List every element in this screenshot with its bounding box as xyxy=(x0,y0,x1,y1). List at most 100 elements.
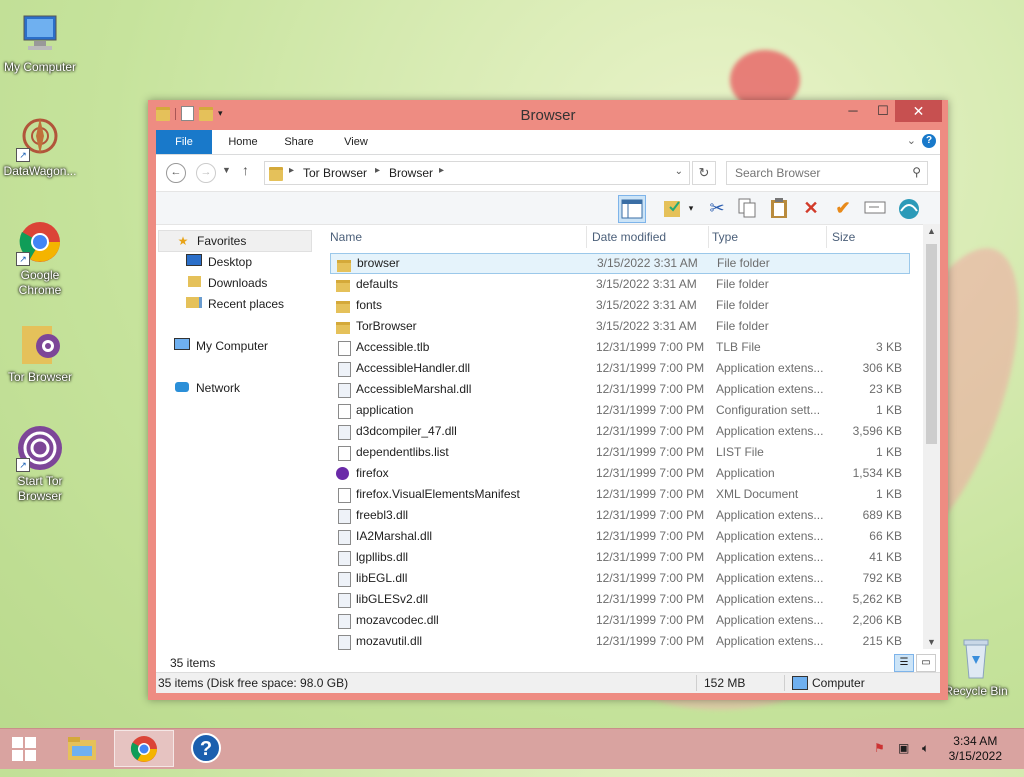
apply-icon[interactable]: ✔ xyxy=(830,195,856,221)
table-row[interactable]: dependentlibs.list 12/31/1999 7:00 PM LIST… xyxy=(330,442,910,463)
preview-pane-icon[interactable] xyxy=(618,195,646,223)
breadcrumb-tor-browser[interactable]: Tor Browser xyxy=(303,166,367,180)
taskbar-file-explorer[interactable] xyxy=(52,730,112,767)
desktop-icon-tor-browser-folder[interactable]: Tor Browser xyxy=(0,320,80,385)
location-label: Computer xyxy=(812,676,865,690)
scroll-down-icon[interactable]: ▼ xyxy=(923,637,940,647)
table-row[interactable]: IA2Marshal.dll 12/31/1999 7:00 PM Applicat… xyxy=(330,526,910,547)
desktop-icon-datawagon[interactable]: ↗ DataWagon... xyxy=(0,114,80,179)
tab-home[interactable]: Home xyxy=(218,130,268,154)
system-clock[interactable]: 3:34 AM 3/15/2022 xyxy=(949,734,1002,764)
desktop-icon-my-computer[interactable]: My Computer xyxy=(0,10,80,75)
table-row[interactable]: browser 3/15/2022 3:31 AM File folder xyxy=(330,253,910,274)
taskbar-help[interactable]: ? xyxy=(176,730,236,767)
properties-icon[interactable] xyxy=(660,195,686,221)
table-row[interactable]: mozavutil.dll 12/31/1999 7:00 PM Applicati… xyxy=(330,631,910,652)
table-row[interactable]: Accessible.tlb 12/31/1999 7:00 PM TLB File… xyxy=(330,337,910,358)
desktop-icon-recycle-bin[interactable]: Recycle Bin xyxy=(936,634,1016,699)
table-row[interactable]: firefox.VisualElementsManifest 12/31/1999… xyxy=(330,484,910,505)
table-row[interactable]: libGLESv2.dll 12/31/1999 7:00 PM Applicati… xyxy=(330,589,910,610)
maximize-button[interactable]: ☐ xyxy=(868,100,898,122)
table-row[interactable]: mozavcodec.dll 12/31/1999 7:00 PM Applicat… xyxy=(330,610,910,631)
nav-my-computer[interactable]: My Computer xyxy=(158,336,268,356)
column-header-name[interactable]: Name xyxy=(330,224,580,250)
table-row[interactable]: libEGL.dll 12/31/1999 7:00 PM Application … xyxy=(330,568,910,589)
large-icons-view-icon[interactable]: ▭ xyxy=(916,654,936,672)
table-row[interactable]: AccessibleMarshal.dll 12/31/1999 7:00 PM A… xyxy=(330,379,910,400)
copy-icon[interactable] xyxy=(734,195,760,221)
file-size: 5,262 KB xyxy=(852,592,902,606)
dll-file-icon xyxy=(338,509,351,524)
nav-recent-places[interactable]: Recent places xyxy=(170,294,284,314)
address-bar[interactable]: ▸ Tor Browser ▸ Browser ▸ ⌄ xyxy=(264,161,690,185)
up-button[interactable]: ↑ xyxy=(242,162,249,178)
column-header-size[interactable]: Size xyxy=(832,224,902,250)
breadcrumb-arrow-icon[interactable]: ▸ xyxy=(289,165,294,176)
delete-icon[interactable]: ✕ xyxy=(798,195,824,221)
start-button[interactable] xyxy=(0,730,48,767)
tab-share[interactable]: Share xyxy=(274,130,324,154)
address-dropdown-icon[interactable]: ⌄ xyxy=(675,166,683,177)
breadcrumb-arrow-icon[interactable]: ▸ xyxy=(375,165,380,176)
properties-dropdown-icon[interactable]: ▾ xyxy=(684,195,698,221)
desktop-icon-chrome[interactable]: ↗ Google Chrome xyxy=(0,218,80,298)
expand-ribbon-icon[interactable]: ⌄ xyxy=(907,134,916,147)
taskbar-chrome[interactable] xyxy=(114,730,174,767)
volume-muted-icon[interactable]: 🔈︎ xyxy=(922,741,929,756)
table-row[interactable]: freebl3.dll 12/31/1999 7:00 PM Application… xyxy=(330,505,910,526)
nav-downloads[interactable]: Downloads xyxy=(170,273,267,293)
breadcrumb-arrow-icon[interactable]: ▸ xyxy=(439,165,444,176)
tab-view[interactable]: View xyxy=(332,130,380,154)
file-size: 2,206 KB xyxy=(852,613,902,627)
nav-network[interactable]: Network xyxy=(158,378,240,398)
table-row[interactable]: fonts 3/15/2022 3:31 AM File folder xyxy=(330,295,910,316)
dll-file-icon xyxy=(338,530,351,545)
paste-icon[interactable] xyxy=(766,195,792,221)
tab-file[interactable]: File xyxy=(156,130,212,154)
table-row[interactable]: d3dcompiler_47.dll 12/31/1999 7:00 PM Appl… xyxy=(330,421,910,442)
nav-favorites[interactable]: ★ Favorites xyxy=(158,230,312,252)
table-row[interactable]: firefox 12/31/1999 7:00 PM Application 1,53… xyxy=(330,463,910,484)
table-row[interactable]: lgpllibs.dll 12/31/1999 7:00 PM Applicatio… xyxy=(330,547,910,568)
search-input[interactable] xyxy=(733,162,907,184)
vertical-scrollbar[interactable]: ▲ ▼ xyxy=(923,224,940,649)
action-center-flag-icon[interactable]: ⚑ xyxy=(874,741,885,755)
file-type: File folder xyxy=(716,319,769,333)
file-date: 3/15/2022 3:31 AM xyxy=(597,256,698,270)
column-header-date[interactable]: Date modified xyxy=(592,224,702,250)
desktop-icon-start-tor[interactable]: ↗ Start Tor Browser xyxy=(0,424,80,504)
close-button[interactable]: ✕ xyxy=(895,100,942,122)
refresh-button[interactable]: ↻ xyxy=(692,161,716,185)
network-icon xyxy=(174,378,190,398)
scroll-up-icon[interactable]: ▲ xyxy=(923,226,940,236)
column-header-type[interactable]: Type xyxy=(712,224,812,250)
table-row[interactable]: TorBrowser 3/15/2022 3:31 AM File folder xyxy=(330,316,910,337)
help-icon[interactable]: ? xyxy=(922,134,936,148)
rename-icon[interactable] xyxy=(862,195,888,221)
title-bar[interactable]: ▾ Browser ─ ☐ ✕ xyxy=(148,100,948,130)
network-tray-icon[interactable]: ▣ xyxy=(898,741,909,755)
table-row[interactable]: defaults 3/15/2022 3:31 AM File folder xyxy=(330,274,910,295)
file-date: 12/31/1999 7:00 PM xyxy=(596,613,705,627)
breadcrumb-browser[interactable]: Browser xyxy=(389,166,433,180)
table-row[interactable]: application 12/31/1999 7:00 PM Configurati… xyxy=(330,400,910,421)
details-view-icon[interactable]: ☰ xyxy=(894,654,914,672)
shell-icon[interactable] xyxy=(896,195,922,221)
back-button[interactable]: ← xyxy=(166,163,186,183)
search-icon[interactable]: ⚲ xyxy=(912,165,921,179)
file-type: Application extens... xyxy=(716,508,824,522)
forward-button[interactable]: → xyxy=(196,163,216,183)
nav-desktop[interactable]: Desktop xyxy=(170,252,252,272)
recent-locations-dropdown[interactable]: ▼ xyxy=(222,165,231,175)
scroll-thumb[interactable] xyxy=(926,244,937,444)
file-type: Application extens... xyxy=(716,361,824,375)
file-date: 12/31/1999 7:00 PM xyxy=(596,340,705,354)
file-date: 12/31/1999 7:00 PM xyxy=(596,382,705,396)
minimize-button[interactable]: ─ xyxy=(838,100,868,122)
cut-icon[interactable]: ✂ xyxy=(704,195,730,221)
file-name: firefox.VisualElementsManifest xyxy=(356,487,520,501)
table-row[interactable]: AccessibleHandler.dll 12/31/1999 7:00 PM A… xyxy=(330,358,910,379)
nav-label: Recent places xyxy=(208,297,285,311)
search-box[interactable]: ⚲ xyxy=(726,161,928,185)
file-name: freebl3.dll xyxy=(356,508,409,522)
